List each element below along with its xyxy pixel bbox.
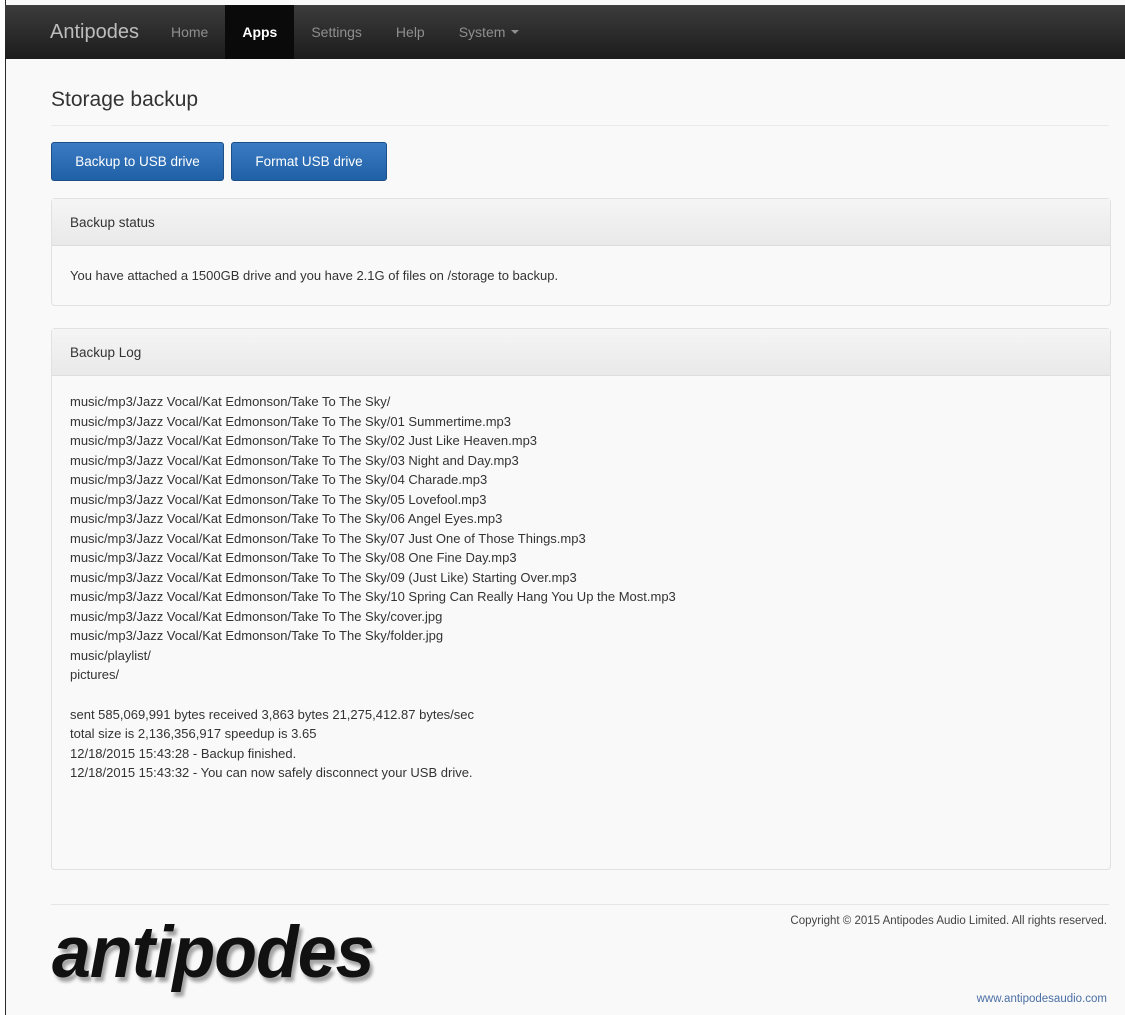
format-usb-button[interactable]: Format USB drive	[231, 142, 387, 181]
log-line: pictures/	[70, 667, 120, 682]
backup-log-body: music/mp3/Jazz Vocal/Kat Edmonson/Take T…	[52, 376, 1110, 783]
brand-link[interactable]: Antipodes	[50, 21, 139, 44]
log-line: music/mp3/Jazz Vocal/Kat Edmonson/Take T…	[70, 608, 443, 624]
website-link[interactable]: www.antipodesaudio.com	[977, 993, 1107, 1005]
log-line: music/mp3/Jazz Vocal/Kat Edmonson/Take T…	[70, 550, 517, 565]
title-divider	[51, 125, 1109, 126]
chevron-down-icon	[511, 30, 520, 34]
log-line: music/playlist/	[70, 647, 151, 663]
page-title: Storage backup	[51, 88, 199, 111]
log-summary-line: total size is 2,136,356,917 speedup is 3…	[70, 726, 317, 741]
nav-help[interactable]: Help	[379, 5, 442, 59]
log-line: music/mp3/Jazz Vocal/Kat Edmonson/Take T…	[70, 511, 503, 526]
backup-to-usb-button[interactable]: Backup to USB drive	[51, 142, 224, 181]
log-line: music/mp3/Jazz Vocal/Kat Edmonson/Take T…	[70, 628, 444, 643]
nav-apps[interactable]: Apps	[225, 5, 295, 59]
log-line: music/mp3/Jazz Vocal/Kat Edmonson/Take T…	[70, 472, 488, 487]
log-line: music/mp3/Jazz Vocal/Kat Edmonson/Take T…	[70, 569, 577, 585]
backup-log-heading: Backup Log	[52, 329, 1110, 376]
log-line: music/mp3/Jazz Vocal/Kat Edmonson/Take T…	[70, 413, 511, 429]
log-line: music/mp3/Jazz Vocal/Kat Edmonson/Take T…	[70, 589, 676, 604]
log-summary-line: 12/18/2015 15:43:28 - Backup finished.	[70, 745, 297, 761]
backup-status-heading: Backup status	[52, 199, 1110, 246]
log-summary-line: sent 585,069,991 bytes received 3,863 by…	[70, 706, 475, 722]
antipodes-logo: antipodes	[52, 911, 375, 993]
log-line: music/mp3/Jazz Vocal/Kat Edmonson/Take T…	[70, 491, 487, 507]
log-summary-line: 12/18/2015 15:43:32 - You can now safely…	[70, 765, 473, 780]
copyright-text: Copyright © 2015 Antipodes Audio Limited…	[790, 915, 1107, 927]
log-line: music/mp3/Jazz Vocal/Kat Edmonson/Take T…	[70, 394, 391, 409]
top-navbar: Antipodes Home Apps Settings Help System	[5, 5, 1125, 59]
log-line: music/mp3/Jazz Vocal/Kat Edmonson/Take T…	[70, 433, 538, 448]
nav-system-label: System	[458, 24, 506, 40]
nav-system-dropdown[interactable]: System	[442, 5, 537, 59]
footer-divider	[51, 904, 1109, 905]
log-spacer	[70, 685, 1092, 705]
nav-settings[interactable]: Settings	[294, 5, 379, 59]
backup-status-message: You have attached a 1500GB drive and you…	[70, 268, 559, 283]
nav-home[interactable]: Home	[154, 5, 225, 59]
log-line: music/mp3/Jazz Vocal/Kat Edmonson/Take T…	[70, 530, 586, 546]
backup-log-panel: Backup Log music/mp3/Jazz Vocal/Kat Edmo…	[51, 328, 1111, 870]
backup-status-panel: Backup status You have attached a 1500GB…	[51, 198, 1111, 306]
log-line: music/mp3/Jazz Vocal/Kat Edmonson/Take T…	[70, 452, 519, 468]
